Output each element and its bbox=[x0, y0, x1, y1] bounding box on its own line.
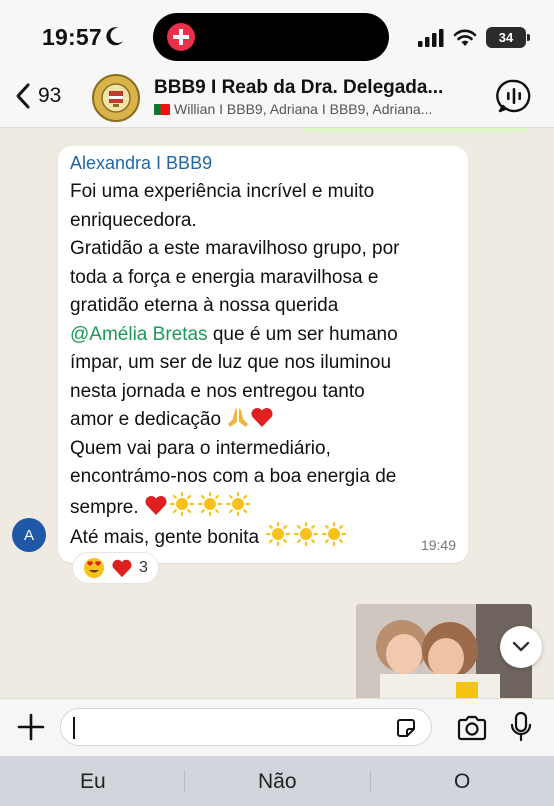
reaction-count: 3 bbox=[139, 559, 148, 576]
sender-avatar[interactable]: A bbox=[12, 518, 46, 552]
moon-icon bbox=[106, 27, 123, 46]
sun-emoji bbox=[266, 522, 291, 546]
sun-emoji bbox=[322, 522, 347, 546]
suggestion-divider bbox=[370, 770, 371, 792]
plus-icon[interactable] bbox=[16, 712, 46, 742]
group-members-text: Willian I BBB9, Adriana I BBB9, Adriana.… bbox=[174, 101, 433, 117]
suggestion-3[interactable]: O bbox=[454, 770, 470, 794]
keyboard-suggestion-bar: Eu Não O bbox=[0, 756, 554, 806]
message-bubble[interactable]: Alexandra I BBB9 Foi uma experiência inc… bbox=[58, 146, 468, 563]
heart-emoji bbox=[251, 407, 273, 427]
message-line: nesta jornada e nos entregou tanto bbox=[70, 380, 365, 402]
portugal-flag-icon bbox=[154, 103, 170, 115]
signal-icon bbox=[418, 28, 444, 47]
text-cursor bbox=[73, 717, 75, 739]
battery-indicator: 34 bbox=[486, 27, 530, 48]
message-line: encontrámo-nos com a boa energia de bbox=[70, 466, 397, 487]
chevron-down-icon bbox=[512, 641, 530, 652]
message-line: toda a força e energia maravilhosa e bbox=[70, 266, 379, 288]
message-timestamp: 19:49 bbox=[420, 536, 456, 553]
unread-count: 93 bbox=[38, 84, 62, 107]
group-avatar[interactable] bbox=[92, 74, 140, 122]
dynamic-island bbox=[153, 13, 389, 61]
mention-link[interactable]: @Amélia Bretas bbox=[70, 324, 208, 345]
scroll-to-bottom-button[interactable] bbox=[500, 626, 542, 668]
message-line: Gratidão a este maravilhoso grupo, por bbox=[70, 238, 400, 259]
sun-emoji bbox=[197, 491, 223, 516]
message-line: amor e dedicação bbox=[70, 406, 456, 435]
camera-icon[interactable] bbox=[456, 714, 488, 742]
message-line: Até mais, gente bonita bbox=[70, 522, 456, 553]
message-line: sempre. bbox=[70, 491, 456, 523]
suggestion-2[interactable]: Não bbox=[258, 770, 297, 794]
status-bar: 19:57 34 bbox=[0, 0, 554, 72]
message-line: Quem vai para o intermediário, bbox=[70, 437, 331, 459]
microphone-icon[interactable] bbox=[510, 711, 532, 743]
chevron-left-icon bbox=[16, 83, 30, 109]
praying-hands-emoji bbox=[228, 408, 249, 427]
health-app-icon bbox=[167, 23, 195, 51]
message-sender[interactable]: Alexandra I BBB9 bbox=[70, 153, 456, 174]
voice-chat-icon[interactable] bbox=[496, 78, 532, 114]
sun-emoji bbox=[225, 491, 251, 516]
heart-emoji bbox=[145, 495, 167, 515]
sticker-icon[interactable] bbox=[395, 717, 417, 739]
message-line: ímpar, um ser de luz que nos iluminou bbox=[70, 352, 392, 373]
message-line: enriquecedora. bbox=[70, 209, 197, 231]
sun-emoji bbox=[294, 522, 319, 546]
back-button[interactable]: 93 bbox=[14, 82, 61, 110]
chat-header: 93 BBB9 I Reab da Dra. Delegada... Willi… bbox=[0, 72, 554, 128]
group-members[interactable]: Willian I BBB9, Adriana I BBB9, Adriana.… bbox=[154, 101, 432, 117]
reaction-bar[interactable]: 3 bbox=[72, 552, 159, 584]
chat-area[interactable]: Alexandra I BBB9 Foi uma experiência inc… bbox=[0, 128, 554, 698]
message-input[interactable] bbox=[60, 708, 432, 746]
suggestion-1[interactable]: Eu bbox=[80, 770, 106, 794]
suggestion-divider bbox=[184, 770, 185, 792]
previous-message-edge bbox=[300, 128, 530, 132]
message-line: @Amélia Bretas que é um ser humano bbox=[70, 323, 398, 345]
message-composer bbox=[0, 698, 554, 756]
heart-emoji bbox=[112, 559, 132, 578]
wifi-icon bbox=[453, 29, 477, 46]
heart-eyes-emoji bbox=[84, 558, 104, 578]
message-line: gratidão eterna à nossa querida bbox=[70, 295, 339, 316]
status-time: 19:57 bbox=[42, 24, 102, 50]
message-line: Foi uma experiência incrível e muito bbox=[70, 181, 375, 202]
group-name[interactable]: BBB9 I Reab da Dra. Delegada... bbox=[154, 77, 443, 99]
sun-emoji bbox=[169, 491, 195, 516]
message-text: Foi uma experiência incrível e muito enr… bbox=[70, 178, 456, 553]
